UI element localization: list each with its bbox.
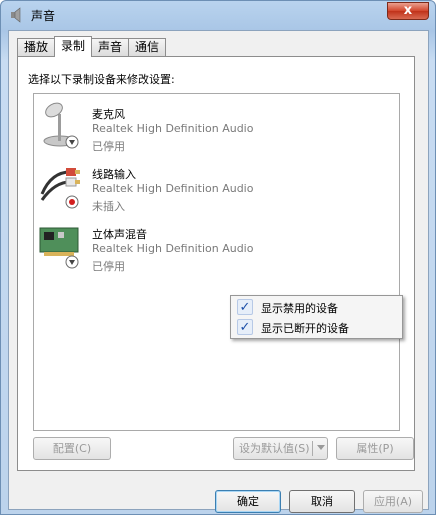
device-driver: Realtek High Definition Audio	[92, 242, 254, 255]
device-driver: Realtek High Definition Audio	[92, 122, 254, 135]
line-in-cable-icon	[38, 160, 82, 210]
device-item-line-in[interactable]: 线路输入 Realtek High Definition Audio 未插入	[34, 158, 399, 214]
device-item-microphone[interactable]: 麦克风 Realtek High Definition Audio 已停用	[34, 98, 399, 154]
menu-item-label: 显示已断开的设备	[261, 322, 349, 335]
sound-dialog: 声音 x 播放 录制 声音 通信 选择以下录制设备来修改设置: 麦克风 Real…	[0, 0, 436, 515]
chevron-down-icon[interactable]	[317, 445, 325, 450]
cancel-button[interactable]: 取消	[289, 490, 355, 513]
close-button[interactable]: x	[387, 2, 429, 20]
device-list[interactable]: 麦克风 Realtek High Definition Audio 已停用 线路…	[33, 93, 403, 431]
tab-strip: 播放 录制 声音 通信	[17, 36, 167, 57]
window-title: 声音	[31, 9, 56, 23]
properties-button[interactable]: 属性(P)	[336, 437, 414, 460]
tab-communications[interactable]: 通信	[128, 38, 167, 56]
device-name: 立体声混音	[92, 228, 147, 241]
speaker-icon	[9, 7, 25, 23]
device-driver: Realtek High Definition Audio	[92, 182, 254, 195]
menu-item-show-disabled[interactable]: ✓ 显示禁用的设备	[233, 298, 400, 317]
tab-sounds[interactable]: 声音	[91, 38, 130, 56]
close-icon: x	[403, 3, 413, 18]
device-item-stereo-mix[interactable]: 立体声混音 Realtek High Definition Audio 已停用	[34, 218, 399, 274]
menu-item-label: 显示禁用的设备	[261, 302, 338, 315]
instruction-text: 选择以下录制设备来修改设置:	[28, 73, 175, 86]
ok-button[interactable]: 确定	[215, 490, 281, 513]
dialog-client: 播放 录制 声音 通信 选择以下录制设备来修改设置: 麦克风 Realtek H…	[8, 30, 429, 513]
set-default-button[interactable]: 设为默认值(S)	[233, 437, 328, 460]
checkmark-icon: ✓	[237, 299, 253, 315]
tab-recording[interactable]: 录制	[54, 36, 93, 57]
device-status: 已停用	[92, 260, 125, 273]
recording-panel: 选择以下录制设备来修改设置: 麦克风 Realtek High Definiti…	[17, 56, 415, 471]
list-context-menu: ✓ 显示禁用的设备 ✓ 显示已断开的设备	[230, 295, 403, 339]
sound-card-icon	[38, 220, 82, 270]
device-name: 线路输入	[92, 168, 136, 181]
checkmark-icon: ✓	[237, 319, 253, 335]
apply-button[interactable]: 应用(A)	[363, 490, 423, 513]
device-status: 未插入	[92, 200, 125, 213]
tab-playback[interactable]: 播放	[17, 38, 56, 56]
device-status: 已停用	[92, 140, 125, 153]
device-name: 麦克风	[92, 108, 125, 121]
set-default-label: 设为默认值(S)	[239, 442, 310, 455]
configure-button[interactable]: 配置(C)	[33, 437, 111, 460]
split-divider	[312, 441, 313, 456]
microphone-icon	[38, 100, 82, 150]
menu-item-show-disconnected[interactable]: ✓ 显示已断开的设备	[233, 318, 400, 337]
title-bar[interactable]: 声音 x	[1, 1, 435, 29]
